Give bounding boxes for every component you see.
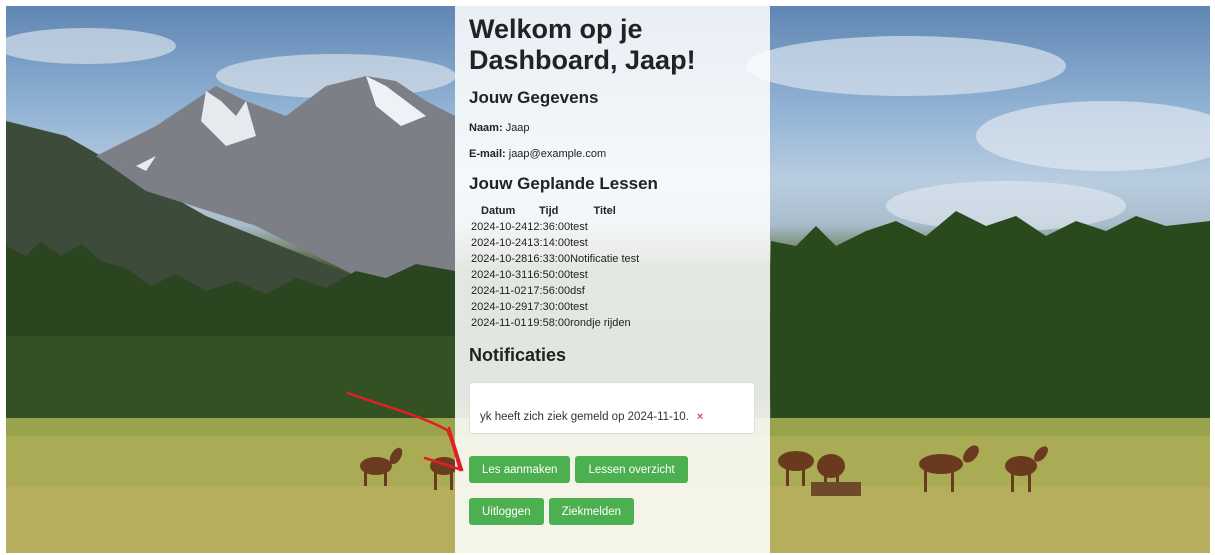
dashboard-panel: Welkom op je Dashboard, Jaap! Jouw Gegev… bbox=[455, 6, 770, 555]
lesson-date: 2024-11-02 bbox=[471, 285, 527, 297]
email-label: E-mail: bbox=[469, 148, 506, 160]
lesson-title: test bbox=[570, 221, 588, 233]
lesson-date: 2024-10-24 bbox=[471, 221, 528, 233]
table-row: 2024-10-29 17:30:00 test bbox=[469, 299, 639, 315]
lesson-title: Notificatie test bbox=[570, 253, 640, 265]
logout-button[interactable]: Uitloggen bbox=[469, 498, 544, 525]
page-title: Welkom op je Dashboard, Jaap! bbox=[469, 14, 696, 75]
table-row: 2024-10-31 16:50:00 test bbox=[469, 267, 639, 283]
lesson-time: 19:58:00 bbox=[527, 317, 571, 329]
lesson-date: 2024-11-01 bbox=[471, 317, 527, 329]
notification-item: yk heeft zich ziek gemeld op 2024-11-10.… bbox=[469, 382, 755, 434]
lesson-time: 16:50:00 bbox=[527, 269, 571, 281]
name-label: Naam: bbox=[469, 122, 503, 134]
column-header-title: Titel bbox=[593, 205, 616, 217]
lesson-time: 16:33:00 bbox=[527, 253, 571, 265]
lessons-table-header: Datum Tijd Titel bbox=[469, 204, 639, 219]
lesson-date: 2024-10-31 bbox=[471, 269, 528, 281]
lesson-title: test bbox=[570, 269, 588, 281]
table-row: 2024-10-24 12:36:00 test bbox=[469, 219, 639, 235]
column-header-time: Tijd bbox=[539, 205, 559, 217]
lesson-date: 2024-10-24 bbox=[471, 237, 528, 249]
lesson-title: dsf bbox=[570, 285, 585, 297]
email-value: jaap@example.com bbox=[508, 148, 607, 160]
lesson-title: rondje rijden bbox=[570, 317, 631, 329]
lesson-date: 2024-10-29 bbox=[471, 301, 528, 313]
report-sick-button[interactable]: Ziekmelden bbox=[548, 498, 635, 525]
lesson-title: test bbox=[570, 301, 588, 313]
lessons-table: Datum Tijd Titel 2024-10-24 12:36:00 tes… bbox=[469, 204, 639, 331]
profile-name-row: Naam: Jaap bbox=[469, 122, 756, 134]
lesson-time: 12:36:00 bbox=[527, 221, 571, 233]
profile-heading: Jouw Gegevens bbox=[469, 88, 599, 107]
lesson-overview-button[interactable]: Lessen overzicht bbox=[575, 456, 688, 483]
lessons-heading: Jouw Geplande Lessen bbox=[469, 174, 658, 193]
create-lesson-button[interactable]: Les aanmaken bbox=[469, 456, 571, 483]
lesson-date: 2024-10-28 bbox=[471, 253, 528, 265]
name-value: Jaap bbox=[505, 122, 530, 134]
lesson-time: 13:14:00 bbox=[527, 237, 571, 249]
dismiss-notification-icon[interactable]: × bbox=[697, 411, 703, 423]
notification-text: yk heeft zich ziek gemeld op 2024-11-10. bbox=[480, 411, 689, 423]
table-row: 2024-11-02 17:56:00 dsf bbox=[469, 283, 639, 299]
lesson-time: 17:56:00 bbox=[527, 285, 571, 297]
primary-actions: Les aanmaken Lessen overzicht bbox=[469, 456, 756, 483]
table-row: 2024-10-28 16:33:00 Notificatie test bbox=[469, 251, 639, 267]
secondary-actions: Uitloggen Ziekmelden bbox=[469, 498, 756, 525]
lesson-title: test bbox=[570, 237, 588, 249]
column-header-date: Datum bbox=[481, 205, 516, 217]
notifications-heading: Notificaties bbox=[469, 345, 567, 365]
profile-email-row: E-mail: jaap@example.com bbox=[469, 148, 756, 160]
lesson-time: 17:30:00 bbox=[527, 301, 571, 313]
table-row: 2024-11-01 19:58:00 rondje rijden bbox=[469, 315, 639, 331]
table-row: 2024-10-24 13:14:00 test bbox=[469, 235, 639, 251]
